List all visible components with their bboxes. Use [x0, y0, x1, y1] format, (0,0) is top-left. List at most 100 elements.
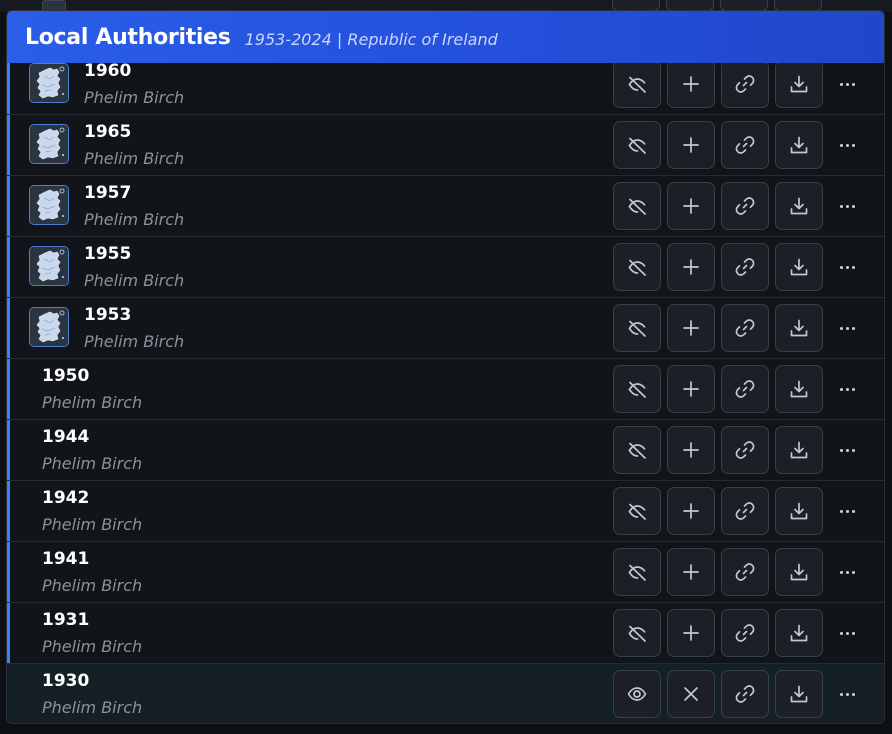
row-text: 1931 Phelim Birch: [42, 610, 142, 657]
panel-title: Local Authorities: [25, 24, 231, 50]
map-thumbnail[interactable]: [29, 246, 69, 286]
panel-header[interactable]: Local Authorities 1953-2024 | Republic o…: [7, 11, 884, 63]
more-horizontal-icon[interactable]: [833, 560, 861, 584]
map-row-1944[interactable]: 1944 Phelim Birch: [7, 420, 884, 481]
add-layer-button[interactable]: [667, 365, 715, 413]
map-row-1965[interactable]: 1965 Phelim Birch: [7, 115, 884, 176]
plus-icon: [680, 134, 702, 156]
download-icon: [788, 195, 810, 217]
link-icon: [734, 683, 756, 705]
row-accent-bar: [7, 420, 10, 480]
hide-layer-button[interactable]: [613, 548, 661, 596]
more-horizontal-icon[interactable]: [833, 377, 861, 401]
hide-layer-button[interactable]: [613, 182, 661, 230]
hide-layer-button[interactable]: [613, 304, 661, 352]
download-button[interactable]: [775, 243, 823, 291]
download-button[interactable]: [775, 426, 823, 474]
add-layer-button[interactable]: [667, 609, 715, 657]
map-thumbnail[interactable]: [29, 307, 69, 347]
map-row-1931[interactable]: 1931 Phelim Birch: [7, 603, 884, 664]
download-button[interactable]: [775, 487, 823, 535]
remove-layer-button[interactable]: [667, 670, 715, 718]
download-button[interactable]: [775, 365, 823, 413]
download-button[interactable]: [775, 121, 823, 169]
more-horizontal-icon[interactable]: [833, 255, 861, 279]
row-accent-bar: [7, 298, 10, 358]
plus-icon: [680, 256, 702, 278]
link-icon: [734, 378, 756, 400]
eye-off-icon: [626, 195, 648, 217]
add-layer-button[interactable]: [667, 426, 715, 474]
download-button[interactable]: [775, 609, 823, 657]
hide-layer-button[interactable]: [613, 243, 661, 291]
hide-layer-button[interactable]: [613, 426, 661, 474]
download-button[interactable]: [775, 63, 823, 108]
more-horizontal-icon[interactable]: [833, 316, 861, 340]
copy-link-button[interactable]: [721, 548, 769, 596]
hide-layer-button[interactable]: [613, 63, 661, 108]
map-row-1942[interactable]: 1942 Phelim Birch: [7, 481, 884, 542]
row-year: 1957: [84, 183, 132, 203]
plus-icon: [680, 317, 702, 339]
more-horizontal-icon[interactable]: [833, 682, 861, 706]
row-author: Phelim Birch: [42, 515, 143, 534]
plus-icon: [680, 622, 702, 644]
map-thumbnail[interactable]: [29, 185, 69, 225]
copy-link-button[interactable]: [721, 63, 769, 108]
map-row-1953[interactable]: 1953 Phelim Birch: [7, 298, 884, 359]
more-horizontal-icon[interactable]: [833, 621, 861, 645]
download-icon: [788, 317, 810, 339]
download-button[interactable]: [775, 182, 823, 230]
copy-link-button[interactable]: [721, 121, 769, 169]
hide-layer-button[interactable]: [613, 487, 661, 535]
row-author: Phelim Birch: [84, 149, 185, 168]
map-row-1960[interactable]: 1960 Phelim Birch: [7, 63, 884, 115]
map-thumbnail[interactable]: [29, 63, 69, 103]
copy-link-button[interactable]: [721, 426, 769, 474]
more-horizontal-icon[interactable]: [833, 438, 861, 462]
show-layer-button[interactable]: [613, 670, 661, 718]
more-horizontal-icon[interactable]: [833, 72, 861, 96]
row-text: 1942 Phelim Birch: [42, 488, 142, 535]
copy-link-button[interactable]: [721, 670, 769, 718]
add-layer-button[interactable]: [667, 548, 715, 596]
row-text: 1957 Phelim Birch: [84, 183, 184, 230]
map-thumbnail[interactable]: [29, 124, 69, 164]
row-text: 1941 Phelim Birch: [42, 549, 142, 596]
add-layer-button[interactable]: [667, 487, 715, 535]
download-icon: [788, 622, 810, 644]
copy-link-button[interactable]: [721, 182, 769, 230]
hide-layer-button[interactable]: [613, 609, 661, 657]
add-layer-button[interactable]: [667, 63, 715, 108]
row-author: Phelim Birch: [84, 332, 185, 351]
more-horizontal-icon[interactable]: [833, 194, 861, 218]
download-button[interactable]: [775, 304, 823, 352]
row-accent-bar: [7, 359, 10, 419]
map-row-1941[interactable]: 1941 Phelim Birch: [7, 542, 884, 603]
add-layer-button[interactable]: [667, 182, 715, 230]
copy-link-button[interactable]: [721, 304, 769, 352]
hide-layer-button[interactable]: [613, 365, 661, 413]
more-horizontal-icon[interactable]: [833, 499, 861, 523]
add-layer-button[interactable]: [667, 304, 715, 352]
more-horizontal-icon[interactable]: [833, 133, 861, 157]
map-row-1955[interactable]: 1955 Phelim Birch: [7, 237, 884, 298]
copy-link-button[interactable]: [721, 365, 769, 413]
add-layer-button[interactable]: [667, 243, 715, 291]
copy-link-button[interactable]: [721, 243, 769, 291]
map-list[interactable]: 1960 Phelim Birch 1965 Phelim Birch 1957 Phel…: [7, 63, 884, 723]
add-layer-button[interactable]: [667, 121, 715, 169]
row-text: 1955 Phelim Birch: [84, 244, 184, 291]
map-row-1957[interactable]: 1957 Phelim Birch: [7, 176, 884, 237]
copy-link-button[interactable]: [721, 609, 769, 657]
map-row-1930[interactable]: 1930 Phelim Birch: [7, 664, 884, 723]
hide-layer-button[interactable]: [613, 121, 661, 169]
download-button[interactable]: [775, 670, 823, 718]
row-accent-bar: [7, 63, 10, 114]
map-row-1950[interactable]: 1950 Phelim Birch: [7, 359, 884, 420]
row-year: 1955: [84, 244, 132, 264]
download-button[interactable]: [775, 548, 823, 596]
link-icon: [734, 561, 756, 583]
download-icon: [788, 683, 810, 705]
copy-link-button[interactable]: [721, 487, 769, 535]
